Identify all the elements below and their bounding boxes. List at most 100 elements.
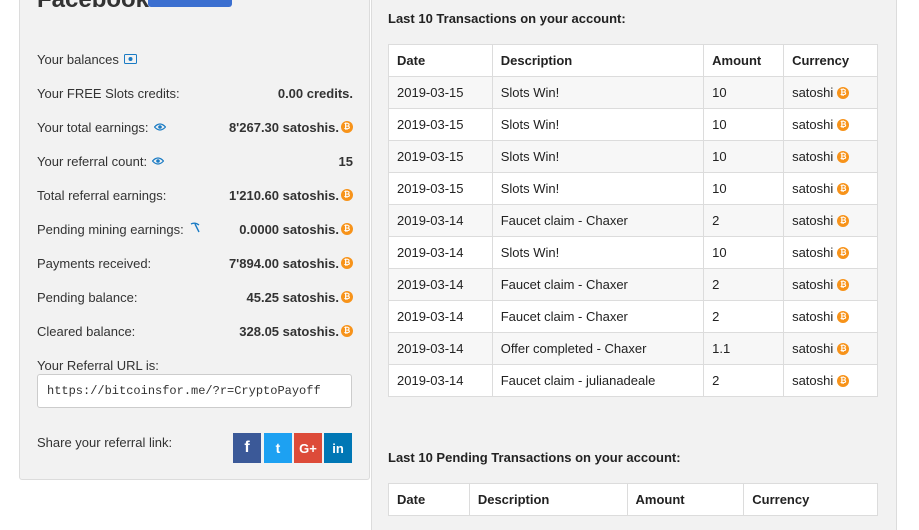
money-icon[interactable] bbox=[123, 52, 137, 67]
payments-received-value: 7'894.00 satoshis. bbox=[228, 255, 339, 271]
share-facebook-button[interactable]: f bbox=[233, 433, 261, 463]
eye-icon[interactable] bbox=[153, 123, 166, 131]
bitcoin-icon: ₿ bbox=[837, 118, 850, 131]
balances-link[interactable]: Your balances bbox=[37, 52, 119, 67]
total-earnings-label: Your total earnings: bbox=[37, 119, 149, 135]
bitcoin-icon: ₿ bbox=[837, 246, 850, 259]
cell-description: Slots Win! bbox=[491, 236, 705, 269]
bitcoin-icon: ₿ bbox=[837, 278, 850, 291]
cell-date: 2019-03-15 bbox=[388, 172, 493, 205]
currency-text: satoshi bbox=[792, 181, 834, 196]
currency-text: satoshi bbox=[792, 277, 834, 292]
currency-wrap: satoshi ₿ bbox=[792, 245, 869, 260]
transactions-table: Date Description Amount Currency 2019-03… bbox=[388, 44, 878, 397]
cell-currency: satoshi ₿ bbox=[783, 332, 878, 365]
bitcoin-icon: ₿ bbox=[837, 150, 850, 163]
referral-count-label: Your referral count: bbox=[37, 153, 148, 169]
cell-currency: satoshi ₿ bbox=[783, 108, 878, 141]
free-slots-value: 0.00 credits. bbox=[277, 85, 353, 101]
facebook-icon: f bbox=[244, 439, 250, 456]
cell-currency: satoshi ₿ bbox=[783, 268, 878, 301]
free-slots-row: Your FREE Slots credits: 0.00 credits. bbox=[37, 84, 353, 102]
currency-wrap: satoshi ₿ bbox=[792, 85, 869, 100]
cell-amount: 2 bbox=[703, 300, 785, 333]
cleared-balance-row: Cleared balance: 328.05 satoshis. ₿ bbox=[37, 322, 353, 340]
pending-mining-value: 0.0000 satoshis. bbox=[239, 221, 339, 237]
share-label: Share your referral link: bbox=[37, 435, 173, 450]
currency-text: satoshi bbox=[792, 309, 834, 324]
share-googleplus-button[interactable]: G+ bbox=[294, 433, 322, 463]
bitcoin-icon: ₿ bbox=[341, 257, 353, 269]
googleplus-icon: G+ bbox=[299, 440, 317, 456]
col-header-description: Description bbox=[468, 483, 628, 516]
cell-date: 2019-03-14 bbox=[388, 204, 493, 237]
bitcoin-icon: ₿ bbox=[341, 189, 353, 201]
cell-amount: 10 bbox=[703, 76, 785, 109]
cleared-balance-value: 328.05 satoshis. bbox=[239, 323, 339, 339]
cell-currency: satoshi ₿ bbox=[783, 204, 878, 237]
table-row: 2019-03-14 Slots Win! 10 satoshi ₿ bbox=[388, 236, 878, 269]
account-panel bbox=[19, 0, 370, 480]
bitcoin-icon: ₿ bbox=[341, 325, 353, 337]
referral-count-row: Your referral count: 15 bbox=[37, 152, 353, 170]
col-header-amount: Amount bbox=[703, 44, 785, 77]
cell-description: Slots Win! bbox=[491, 172, 705, 205]
pending-balance-label: Pending balance: bbox=[37, 289, 138, 305]
currency-wrap: satoshi ₿ bbox=[792, 341, 869, 356]
cell-amount: 2 bbox=[703, 364, 785, 397]
currency-text: satoshi bbox=[792, 213, 834, 228]
currency-text: satoshi bbox=[792, 373, 834, 388]
currency-wrap: satoshi ₿ bbox=[792, 149, 869, 164]
total-earnings-row: Your total earnings: 8'267.30 satoshis. … bbox=[37, 118, 353, 136]
table-header-row: Date Description Amount Currency bbox=[388, 44, 878, 77]
pending-balance-row: Pending balance: 45.25 satoshis. ₿ bbox=[37, 288, 353, 306]
currency-text: satoshi bbox=[792, 245, 834, 260]
bitcoin-icon: ₿ bbox=[341, 121, 353, 133]
bitcoin-icon: ₿ bbox=[341, 291, 353, 303]
table-header-row: Date Description Amount Currency bbox=[388, 483, 878, 516]
col-header-description: Description bbox=[491, 44, 705, 77]
share-linkedin-button[interactable]: in bbox=[324, 433, 352, 463]
referral-count-value: 15 bbox=[338, 153, 353, 169]
cell-amount: 2 bbox=[703, 268, 785, 301]
cell-currency: satoshi ₿ bbox=[783, 300, 878, 333]
cell-currency: satoshi ₿ bbox=[783, 236, 878, 269]
col-header-amount: Amount bbox=[626, 483, 745, 516]
total-referral-label: Total referral earnings: bbox=[37, 187, 167, 203]
cell-currency: satoshi ₿ bbox=[783, 172, 878, 205]
cell-amount: 1.1 bbox=[703, 332, 785, 365]
currency-text: satoshi bbox=[792, 117, 834, 132]
referral-url-label: Your Referral URL is: bbox=[37, 358, 159, 373]
eye-icon[interactable] bbox=[152, 157, 165, 165]
bitcoin-icon: ₿ bbox=[837, 342, 850, 355]
cell-description: Slots Win! bbox=[491, 108, 705, 141]
table-row: 2019-03-14 Faucet claim - Chaxer 2 satoshi ₿ bbox=[388, 268, 878, 301]
currency-wrap: satoshi ₿ bbox=[792, 277, 869, 292]
col-header-date: Date bbox=[388, 483, 470, 516]
cell-date: 2019-03-15 bbox=[388, 140, 493, 173]
cell-date: 2019-03-14 bbox=[388, 236, 493, 269]
cell-amount: 10 bbox=[703, 236, 785, 269]
cell-amount: 10 bbox=[703, 140, 785, 173]
total-earnings-value: 8'267.30 satoshis. bbox=[228, 119, 339, 135]
cell-amount: 2 bbox=[703, 204, 785, 237]
table-row: 2019-03-14 Offer completed - Chaxer 1.1 sat… bbox=[388, 332, 878, 365]
facebook-button[interactable] bbox=[148, 0, 232, 7]
cell-description: Faucet claim - julianadeale bbox=[491, 364, 705, 397]
balances-row[interactable]: Your balances bbox=[37, 50, 353, 68]
free-slots-label[interactable]: Your FREE Slots credits: bbox=[37, 86, 180, 101]
bitcoin-icon: ₿ bbox=[837, 374, 850, 387]
currency-wrap: satoshi ₿ bbox=[792, 181, 869, 196]
referral-url-field[interactable]: https://bitcoinsfor.me/?r=CryptoPayoff bbox=[37, 374, 352, 408]
twitter-icon: t bbox=[275, 440, 281, 456]
share-twitter-button[interactable]: t bbox=[264, 433, 292, 463]
cell-description: Faucet claim - Chaxer bbox=[491, 268, 705, 301]
payments-received-label: Payments received: bbox=[37, 255, 152, 271]
bitcoin-icon: ₿ bbox=[341, 223, 353, 235]
cell-date: 2019-03-14 bbox=[388, 268, 493, 301]
table-row: 2019-03-14 Faucet claim - Chaxer 2 satoshi ₿ bbox=[388, 300, 878, 333]
cell-description: Slots Win! bbox=[491, 140, 705, 173]
table-row: 2019-03-14 Faucet claim - julianadeale 2 sa… bbox=[388, 364, 878, 397]
table-row: 2019-03-15 Slots Win! 10 satoshi ₿ bbox=[388, 76, 878, 109]
pickaxe-icon[interactable] bbox=[189, 222, 201, 237]
